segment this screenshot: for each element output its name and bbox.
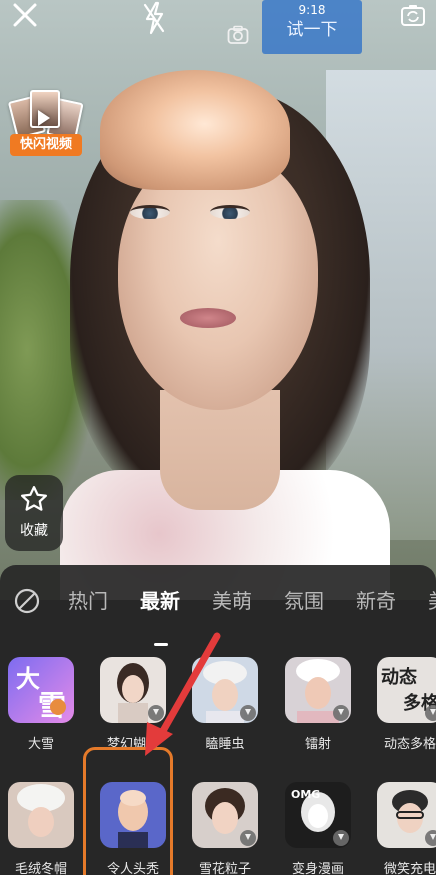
tab-latest[interactable]: 最新 (140, 585, 180, 617)
bald-scalp-effect (100, 70, 290, 190)
flash-toggle-button[interactable] (138, 0, 170, 36)
star-icon (21, 486, 47, 511)
favorite-button[interactable]: 收藏 (5, 475, 63, 551)
no-effect-icon (14, 588, 40, 614)
snow-effect-thumb: 大 雪 (8, 657, 74, 723)
download-icon (425, 705, 436, 721)
comic-thumb-text: OMG (291, 788, 320, 801)
effect-laser[interactable] (285, 657, 351, 723)
try-button-label: 试一下 (286, 20, 338, 40)
play-icon (38, 110, 50, 126)
switch-camera-icon (401, 5, 425, 26)
effect-dream-butterfly[interactable] (100, 657, 166, 723)
effect-snow-particle[interactable] (192, 782, 258, 848)
effect-sleepy-bug[interactable] (192, 657, 258, 723)
effect-label: 大雪 (27, 737, 54, 752)
effect-label: 变身漫画 (291, 862, 344, 875)
effect-comic[interactable]: OMG (285, 782, 351, 848)
quick-video-label: 快闪视频 (10, 134, 82, 156)
capture-icon-button[interactable] (226, 24, 250, 46)
left-eye (130, 205, 170, 219)
camera-icon (227, 25, 249, 44)
download-icon (240, 830, 256, 846)
lips (180, 308, 236, 328)
download-icon (148, 705, 164, 721)
tab-cute[interactable]: 美萌 (212, 585, 252, 617)
no-effect-button[interactable] (14, 588, 40, 614)
close-icon (13, 3, 37, 27)
quick-video-sticker[interactable]: 快闪视频 (7, 90, 84, 158)
snow-thumb-text-big: 大 (16, 665, 40, 693)
selected-effect-highlight (83, 747, 173, 875)
effect-label: 瞌睡虫 (205, 737, 245, 752)
tab-novel[interactable]: 新奇 (356, 585, 396, 617)
download-icon (333, 705, 349, 721)
download-icon (333, 830, 349, 846)
effect-dynamic-grid[interactable]: 动态 多格 (377, 657, 436, 723)
effect-smile-charge[interactable] (377, 782, 436, 848)
close-button[interactable] (8, 0, 42, 30)
download-icon (425, 830, 436, 846)
download-icon (240, 705, 256, 721)
active-tab-indicator (154, 643, 168, 646)
right-eye (210, 205, 250, 219)
try-it-banner[interactable]: 9:18 试一下 (262, 0, 362, 54)
effect-label: 微笑充电 (383, 862, 436, 875)
switch-camera-button[interactable] (398, 0, 428, 30)
winter-hat-thumb (8, 782, 74, 848)
clock-time: 9:18 (298, 3, 326, 17)
category-tabs: 热门 最新 美萌 氛围 新奇 美 (0, 585, 436, 646)
effect-snow[interactable]: 大 雪 (8, 657, 74, 723)
effect-winter-hat[interactable] (8, 782, 74, 848)
tab-atmosphere[interactable]: 氛围 (284, 585, 324, 617)
favorite-label: 收藏 (20, 523, 48, 539)
effect-label: 毛绒冬帽 (14, 862, 67, 875)
effect-label: 雪花粒子 (198, 862, 251, 875)
flash-off-icon (143, 1, 165, 35)
dynamic-thumb-text-top: 动态 (381, 666, 417, 688)
tab-beauty[interactable]: 美 (428, 585, 436, 617)
effect-label: 动态多格 (383, 737, 436, 752)
tab-hot[interactable]: 热门 (68, 585, 108, 617)
effect-label: 镭射 (304, 737, 331, 752)
